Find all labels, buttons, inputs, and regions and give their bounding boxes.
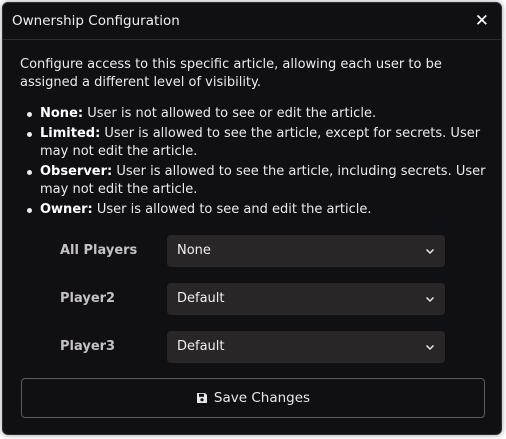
bullet-icon [27,208,32,213]
ownership-dialog: Ownership Configuration ✕ Configure acce… [2,2,502,435]
bullet-icon [27,132,32,137]
save-changes-button[interactable]: Save Changes [21,378,485,418]
level-name: Observer: [40,164,113,179]
level-desc: User is allowed to see the article, exce… [40,126,481,159]
chevron-down-icon [425,296,435,303]
list-item: None: User is not allowed to see or edit… [20,105,486,123]
level-name: Limited: [40,126,101,141]
permission-select-all-players[interactable]: None [167,235,445,267]
level-desc: User is allowed to see and edit the arti… [92,202,372,217]
level-name: Owner: [40,202,93,217]
select-value: None [177,243,211,258]
chevron-down-icon [425,344,435,351]
level-name: None: [40,106,84,121]
chevron-down-icon [425,248,435,255]
permission-levels-list: None: User is not allowed to see or edit… [20,105,486,219]
floppy-disk-icon [196,393,207,403]
user-label: Player2 [60,291,116,306]
permission-row-player3: Player3 Default [20,331,486,363]
dialog-title: Ownership Configuration [12,13,180,29]
select-value: Default [177,291,225,306]
dialog-header: Ownership Configuration ✕ [3,3,501,40]
bullet-icon [27,170,32,175]
permission-row-player2: Player2 Default [20,283,486,315]
list-item: Observer: User is allowed to see the art… [20,163,486,199]
close-icon[interactable]: ✕ [475,12,489,30]
bullet-icon [27,112,32,117]
permission-select-player2[interactable]: Default [167,283,445,315]
user-label: All Players [60,243,138,258]
permission-form: All Players None Player2 Default Player3… [20,235,486,363]
permission-select-player3[interactable]: Default [167,331,445,363]
list-item: Limited: User is allowed to see the arti… [20,125,486,161]
dialog-content: Configure access to this specific articl… [3,40,501,363]
save-button-label: Save Changes [213,390,311,406]
user-label: Player3 [60,339,116,354]
select-value: Default [177,339,225,354]
intro-text: Configure access to this specific articl… [20,57,442,90]
permission-row-all-players: All Players None [20,235,486,267]
level-desc: User is not allowed to see or edit the a… [83,106,377,121]
list-item: Owner: User is allowed to see and edit t… [20,201,486,219]
